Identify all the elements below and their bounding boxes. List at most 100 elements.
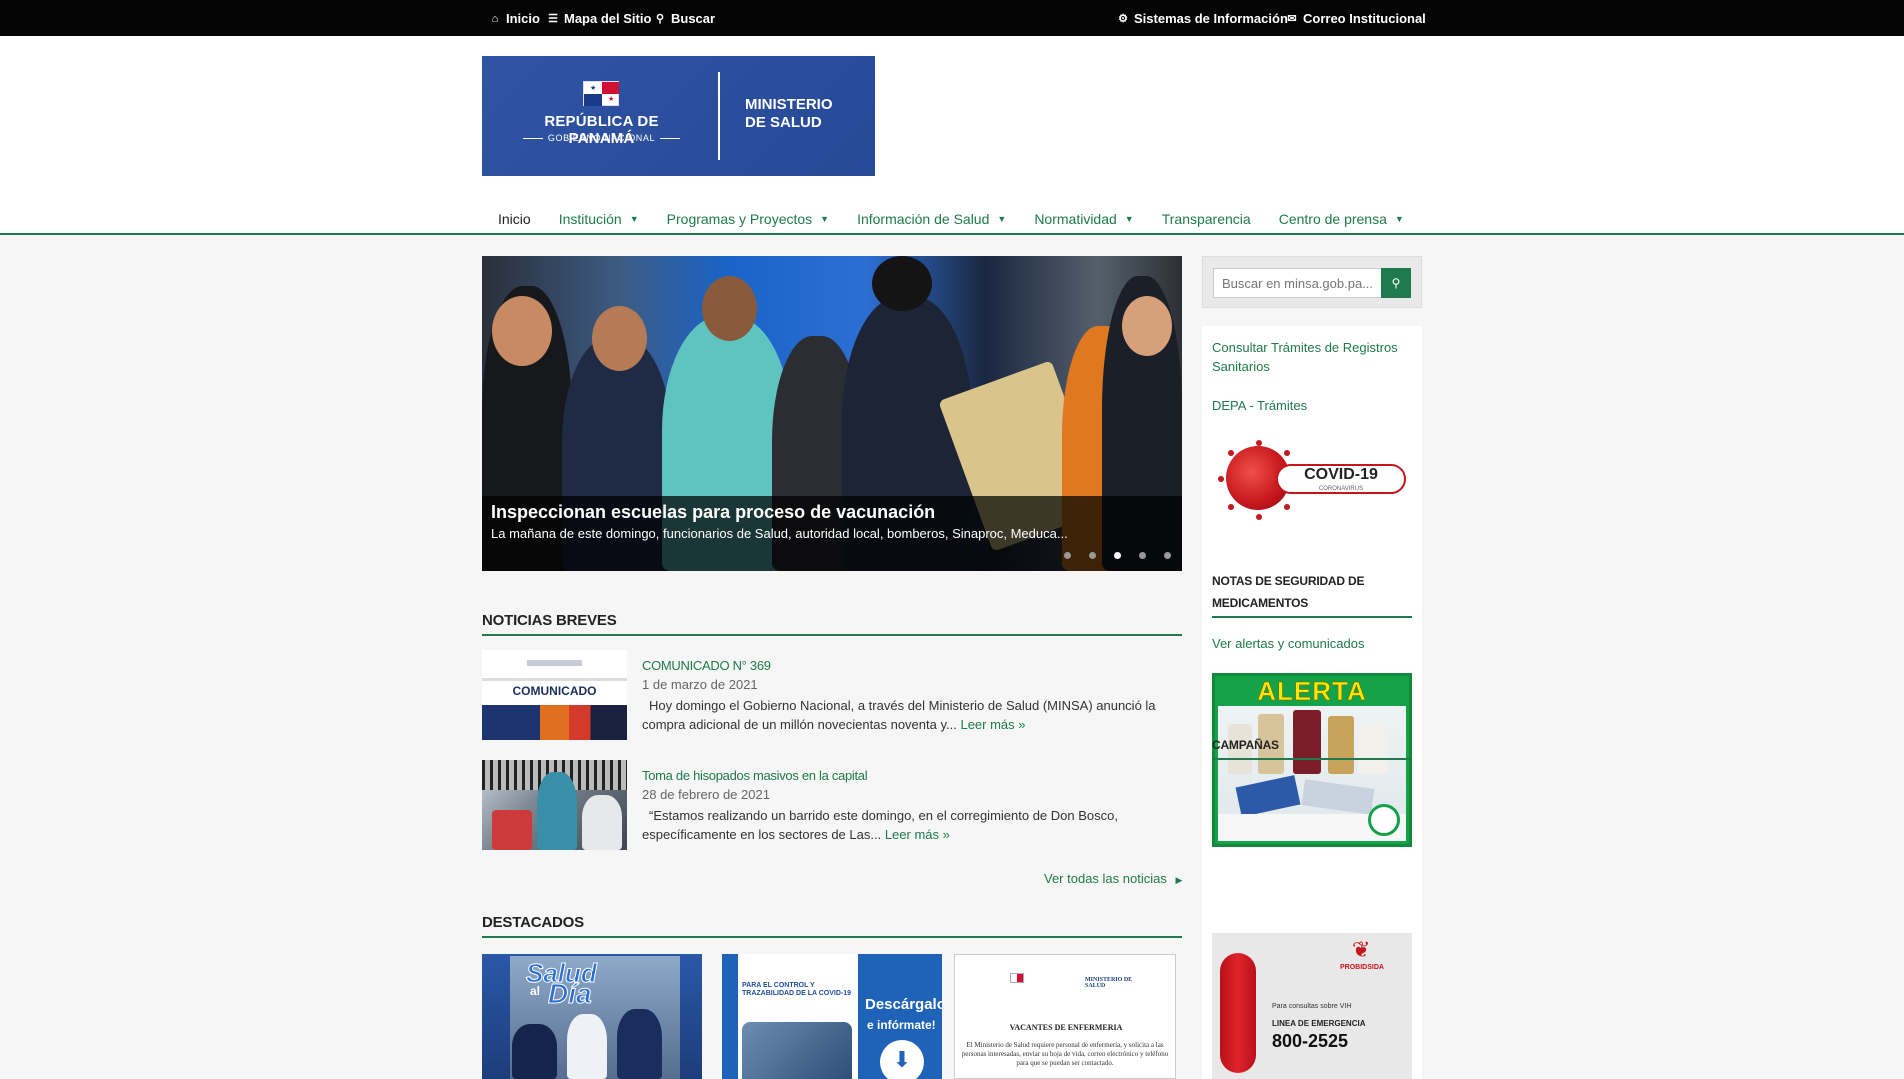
all-news-link[interactable]: Ver todas las noticias ▶ — [1044, 871, 1182, 886]
ribbon-icon: ❦ — [1352, 937, 1371, 962]
featured-covid-head: PARA EL CONTROL Y TRAZABILIDAD DE LA COV… — [742, 982, 852, 997]
nav-item-prensa[interactable]: Centro de prensa ▼ — [1263, 211, 1416, 227]
topbar-home-link[interactable]: ⌂ Inicio — [489, 11, 540, 26]
slider-dot[interactable] — [1139, 552, 1146, 559]
destacados-heading: DESTACADOS — [482, 914, 1182, 938]
campanas-heading: CAMPAÑAS — [1212, 734, 1412, 760]
logo-gobierno: GOBIERNO NACIONAL — [511, 133, 692, 143]
nav-item-label: Programas y Proyectos — [666, 211, 813, 227]
gear-icon: ⚙ — [1118, 13, 1128, 25]
news-date: 28 de febrero de 2021 — [642, 787, 770, 802]
caret-down-icon: ▼ — [820, 214, 830, 224]
campaign-line2: LINEA DE EMERGENCIA — [1272, 1019, 1366, 1028]
news-body: Hoy domingo el Gobierno Nacional, a trav… — [642, 696, 1172, 734]
nav-item-label: Inicio — [498, 211, 531, 227]
news-thumbnail[interactable]: COMUNICADO — [482, 650, 627, 740]
alerta-banner[interactable]: ALERTA — [1212, 673, 1412, 847]
news-body-text: “Estamos realizando un barrido este domi… — [642, 808, 1118, 842]
search-button[interactable]: ⚲ — [1381, 268, 1411, 298]
nav-item-label: Normatividad — [1034, 211, 1117, 227]
featured-salud-dia: Día — [548, 978, 593, 1010]
topbar-sitemap-label: Mapa del Sitio — [564, 11, 652, 26]
slider-dot-active[interactable] — [1114, 552, 1121, 559]
news-body-text: Hoy domingo el Gobierno Nacional, a trav… — [642, 698, 1156, 732]
nav-item-label: Centro de prensa — [1278, 211, 1387, 227]
nav-item-informacion[interactable]: Información de Salud ▼ — [841, 211, 1018, 227]
slider-dot[interactable] — [1089, 552, 1096, 559]
topbar-home-label: Inicio — [506, 11, 540, 26]
slider-dots — [1064, 552, 1171, 559]
home-icon: ⌂ — [491, 12, 499, 25]
featured-vacantes-ministry: MINISTERIO DE SALUD — [1085, 977, 1133, 989]
noticias-heading: NOTICIAS BREVES — [482, 612, 1182, 636]
topbar-mail-label: Correo Institucional — [1303, 11, 1426, 26]
caret-down-icon: ▼ — [1394, 214, 1404, 224]
main-nav: Inicio Institución ▼ Programas y Proyect… — [482, 207, 1416, 231]
search-icon: ⚲ — [655, 13, 665, 25]
slider-text: La mañana de este domingo, funcionarios … — [491, 526, 1068, 541]
notas-heading: NOTAS DE SEGURIDAD DE MEDICAMENTOS — [1212, 570, 1412, 618]
topbar-systems-label: Sistemas de Información — [1134, 11, 1288, 26]
read-more-link[interactable]: Leer más » — [885, 827, 950, 842]
nav-item-inicio[interactable]: Inicio — [482, 211, 543, 227]
nav-item-programas[interactable]: Programas y Proyectos ▼ — [651, 211, 841, 227]
list-icon: ☰ — [548, 13, 558, 25]
download-icon: ⬇ — [880, 1040, 924, 1079]
site-header: ★ ★ REPÚBLICA DE PANAMÁ GOBIERNO NACIONAL… — [0, 36, 1904, 235]
minsa-logo[interactable]: ★ ★ REPÚBLICA DE PANAMÁ GOBIERNO NACIONAL… — [482, 56, 875, 176]
caret-down-icon: ▼ — [997, 214, 1007, 224]
sidebar-link-depa[interactable]: DEPA - Trámites — [1212, 396, 1412, 415]
news-slider[interactable]: Inspeccionan escuelas para proceso de va… — [482, 256, 1182, 571]
search-icon: ⚲ — [1391, 276, 1401, 290]
topbar-mail-link[interactable]: ✉ Correo Institucional — [1286, 11, 1426, 26]
featured-vacantes-body: El Ministerio de Salud requiere personal… — [961, 1041, 1169, 1067]
logo-ministerio-line2: DE SALUD — [745, 114, 822, 131]
read-more-link[interactable]: Leer más » — [960, 717, 1025, 732]
logo-ministerio: MINISTERIO DE SALUD — [745, 96, 855, 132]
panama-flag-icon: ★ ★ — [583, 81, 619, 106]
slider-title[interactable]: Inspeccionan escuelas para proceso de va… — [491, 502, 935, 523]
topbar-systems-link[interactable]: ⚙ Sistemas de Información — [1117, 11, 1288, 26]
nav-item-label: Transparencia — [1161, 211, 1251, 227]
featured-covid-app[interactable]: PARA EL CONTROL Y TRAZABILIDAD DE LA COV… — [722, 954, 942, 1079]
featured-salud-al-dia[interactable]: Salud al Día — [482, 954, 702, 1079]
news-body: “Estamos realizando un barrido este domi… — [642, 806, 1172, 844]
caret-down-icon: ▼ — [629, 214, 639, 224]
topbar-search-label: Buscar — [671, 11, 716, 26]
nav-item-institucion[interactable]: Institución ▼ — [543, 211, 651, 227]
search-input[interactable] — [1213, 268, 1383, 298]
campaign-phone: 800-2525 — [1272, 1031, 1349, 1051]
featured-vacantes[interactable]: MINISTERIO DE SALUD VACANTES DE ENFERMER… — [954, 954, 1176, 1079]
news-item: COMUNICADO COMUNICADO N° 369 1 de marzo … — [482, 650, 1182, 740]
sidebar-link-registros[interactable]: Consultar Trámites de Registros Sanitari… — [1212, 338, 1412, 376]
topbar-search-link[interactable]: ⚲ Buscar — [654, 11, 715, 26]
envelope-icon: ✉ — [1287, 13, 1297, 25]
nav-item-normatividad[interactable]: Normatividad ▼ — [1018, 211, 1145, 227]
sidebar-link-alertas[interactable]: Ver alertas y comunicados — [1212, 634, 1412, 653]
news-date: 1 de marzo de 2021 — [642, 677, 758, 692]
campaign-line1: Para consultas sobre VIH — [1272, 1003, 1352, 1010]
alerta-word: ALERTA — [1257, 676, 1367, 707]
all-news-label: Ver todas las noticias — [1044, 871, 1167, 886]
logo-ministerio-line1: MINISTERIO — [745, 96, 833, 113]
featured-vacantes-heading: VACANTES DE ENFERMERIA — [1009, 1023, 1123, 1032]
slider-dot[interactable] — [1064, 552, 1071, 559]
news-title-link[interactable]: COMUNICADO N° 369 — [642, 658, 771, 673]
news-item: Toma de hisopados masivos en la capital … — [482, 760, 1182, 850]
news-thumb-label: COMUNICADO — [512, 684, 597, 698]
caret-right-icon: ▶ — [1175, 875, 1183, 885]
slider-dot[interactable] — [1164, 552, 1171, 559]
campaign-banner[interactable]: ❦ PROBIDSIDA Para consultas sobre VIH LI… — [1212, 933, 1412, 1079]
nav-item-transparencia[interactable]: Transparencia — [1146, 211, 1263, 227]
news-title-link[interactable]: Toma de hisopados masivos en la capital — [642, 768, 868, 783]
featured-covid-cta1: Descárgalo — [865, 996, 942, 1013]
topbar-sitemap-link[interactable]: ☰ Mapa del Sitio — [547, 11, 651, 26]
campaign-org: PROBIDSIDA — [1340, 964, 1384, 971]
phone-icon — [1220, 953, 1256, 1073]
news-thumbnail[interactable] — [482, 760, 627, 850]
logo-divider — [718, 72, 720, 160]
medicines-image — [1218, 706, 1406, 841]
covid-banner[interactable]: COVID-19 CORONAVIRUS — [1212, 434, 1412, 534]
covid-sub: CORONAVIRUS — [1318, 486, 1364, 492]
covid-label-text: COVID-19 — [1304, 466, 1378, 483]
